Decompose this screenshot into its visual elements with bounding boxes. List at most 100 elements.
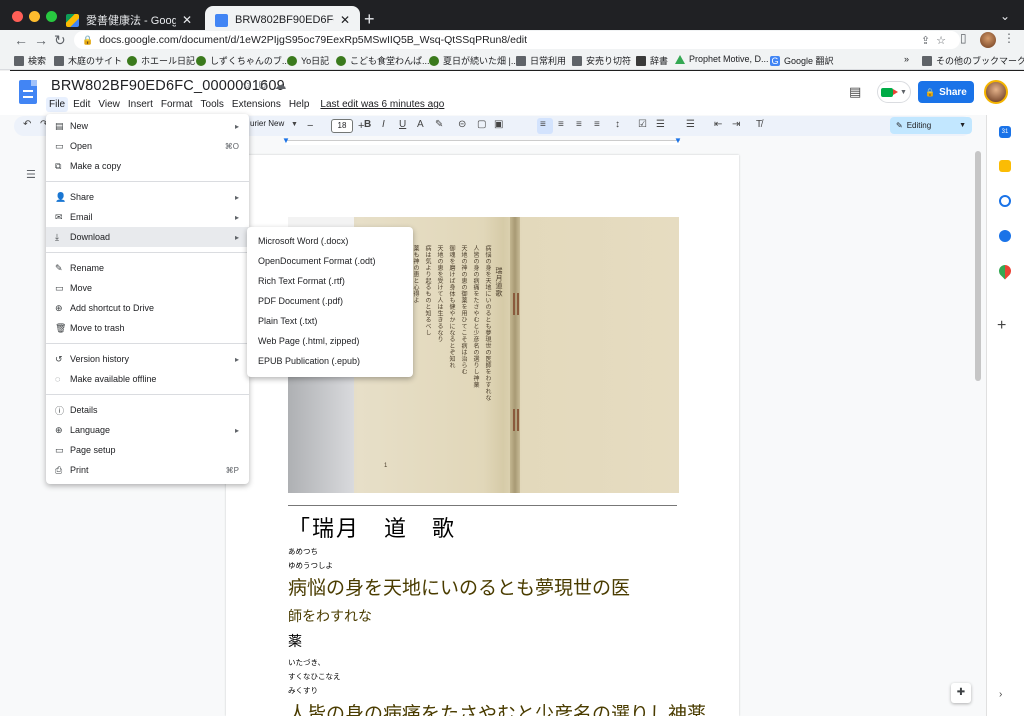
file-menu-rename[interactable]: ✎ Rename [46, 258, 249, 278]
docs-logo-icon[interactable] [19, 80, 37, 104]
checklist-icon[interactable]: ☑ [638, 119, 647, 130]
sidebar-icon[interactable]: ▯ [960, 31, 967, 45]
bookmark-item[interactable]: 木庭のサイト [54, 54, 122, 67]
menu-format[interactable]: Format [158, 97, 196, 112]
download-txt[interactable]: Plain Text (.txt) [258, 316, 317, 326]
bookmark-item[interactable]: こども食堂わんぱ... [336, 54, 430, 67]
download-rtf[interactable]: Rich Text Format (.rtf) [258, 276, 345, 286]
link-icon[interactable]: ⊝ [458, 119, 466, 130]
bookmark-item[interactable]: G Google 翻訳 [770, 54, 834, 67]
underline-button[interactable]: U [399, 119, 406, 130]
bookmark-overflow-button[interactable]: » [904, 54, 909, 64]
file-menu-add-shortcut[interactable]: ⊕ Add shortcut to Drive [46, 298, 249, 318]
bookmark-item[interactable]: ホエール日記 [127, 54, 195, 67]
close-icon[interactable]: ✕ [182, 13, 192, 27]
font-select[interactable]: urier New [250, 119, 284, 128]
file-menu-share[interactable]: 👤 Share ▸ [46, 187, 249, 207]
bulleted-list-icon[interactable]: ☰ [656, 119, 665, 130]
file-menu-new[interactable]: ▤ New ▸ [46, 116, 249, 136]
download-epub[interactable]: EPUB Publication (.epub) [258, 356, 360, 366]
horizontal-ruler[interactable]: ▼ ▼ [226, 136, 740, 146]
star-icon[interactable]: ☆⧉☁ [241, 78, 293, 93]
bold-button[interactable]: B [364, 119, 371, 130]
file-menu-make-copy[interactable]: ⧉ Make a copy [46, 156, 249, 176]
bookmark-item[interactable]: 安売り切符 [572, 54, 631, 67]
calendar-icon[interactable]: 31 [999, 126, 1011, 138]
menu-tools[interactable]: Tools [198, 97, 227, 112]
comments-icon[interactable]: ▤ [849, 84, 861, 100]
left-indent-marker[interactable]: ▼ [282, 136, 290, 145]
menu-file[interactable]: File [46, 97, 69, 112]
comment-add-icon[interactable]: ▢ [477, 119, 486, 130]
menu-insert[interactable]: Insert [125, 97, 156, 112]
editing-mode-select[interactable]: ✎ Editing ▼ [890, 117, 972, 134]
add-addon-button[interactable]: + [997, 317, 1006, 335]
minimize-window-button[interactable] [29, 11, 40, 22]
meet-button[interactable]: ▼ [877, 81, 911, 103]
line-spacing-icon[interactable]: ↕ [615, 119, 620, 130]
menu-view[interactable]: View [95, 97, 123, 112]
bookmark-item[interactable]: Yo日記 [287, 54, 329, 67]
text-color-button[interactable]: A [417, 119, 424, 130]
contacts-icon[interactable] [999, 230, 1011, 242]
document-outline-icon[interactable]: ☰ [26, 168, 36, 181]
forward-arrow-icon[interactable]: → [34, 32, 48, 48]
file-menu-version-history[interactable]: ↺ Version history ▸ [46, 349, 249, 369]
bookmark-item[interactable]: 辞書 [636, 54, 668, 67]
tasks-icon[interactable] [999, 195, 1011, 207]
highlight-icon[interactable]: ✎ [435, 119, 443, 130]
bookmark-item[interactable]: 夏日が続いた畑 |... [429, 54, 518, 67]
font-size-input[interactable]: 18 [331, 119, 353, 133]
bookmark-item[interactable]: 日常利用 [516, 54, 566, 67]
align-justify-icon[interactable]: ≡ [594, 119, 600, 130]
file-menu-language[interactable]: ⊕ Language ▸ [46, 420, 249, 440]
maps-icon[interactable] [996, 262, 1014, 280]
file-menu-trash[interactable]: 🗑 Move to trash [46, 318, 249, 338]
file-menu-move[interactable]: ▭ Move [46, 278, 249, 298]
address-bar[interactable]: 🔒 docs.google.com/document/d/1eW2PIjgS95… [74, 31, 960, 49]
menu-extensions[interactable]: Extensions [229, 97, 284, 112]
clear-formatting-icon[interactable]: T̸ [756, 119, 762, 130]
file-menu-print[interactable]: ⎙ Print ⌘P [46, 460, 249, 480]
download-docx[interactable]: Microsoft Word (.docx) [258, 236, 348, 246]
avatar[interactable] [980, 32, 996, 48]
file-menu-download[interactable]: ⤓ Download ▸ [46, 227, 249, 247]
last-edit-link[interactable]: Last edit was 6 minutes ago [320, 99, 444, 110]
close-window-button[interactable] [12, 11, 23, 22]
decrease-indent-icon[interactable]: ⇤ [714, 119, 722, 130]
avatar[interactable] [984, 80, 1008, 104]
file-menu-offline[interactable]: ◌ Make available offline [46, 369, 249, 389]
bookmark-item[interactable]: Prophet Motive, D... [675, 54, 769, 64]
decrease-font-size-button[interactable]: − [307, 120, 313, 132]
bookmark-item[interactable]: その他のブックマーク [922, 54, 1024, 67]
file-menu-open[interactable]: ▭ Open ⌘O [46, 136, 249, 156]
file-menu-details[interactable]: ⓘ Details [46, 400, 249, 420]
chevron-right-icon[interactable]: › [999, 689, 1002, 700]
bookmark-item[interactable]: 検索 [14, 54, 46, 67]
menu-help[interactable]: Help [286, 97, 313, 112]
new-tab-button[interactable]: + [364, 9, 375, 30]
align-left-icon[interactable]: ≡ [540, 119, 546, 130]
bookmark-star-icon[interactable]: ⇪☆ [921, 34, 952, 47]
right-indent-marker[interactable]: ▼ [674, 136, 682, 145]
download-odt[interactable]: OpenDocument Format (.odt) [258, 256, 376, 266]
back-arrow-icon[interactable]: ← [14, 32, 28, 48]
italic-button[interactable]: I [382, 119, 385, 130]
file-menu-page-setup[interactable]: ▭ Page setup [46, 440, 249, 460]
menu-edit[interactable]: Edit [70, 97, 93, 112]
align-right-icon[interactable]: ≡ [576, 119, 582, 130]
explore-button[interactable]: ✚ [951, 683, 971, 703]
vertical-scrollbar[interactable] [975, 151, 981, 381]
keep-icon[interactable] [999, 160, 1011, 172]
numbered-list-icon[interactable]: ☰ [686, 119, 695, 130]
share-button[interactable]: 🔒 Share [918, 81, 974, 103]
increase-indent-icon[interactable]: ⇥ [732, 119, 740, 130]
bookmark-item[interactable]: しずくちゃんのブ... [196, 54, 289, 67]
download-pdf[interactable]: PDF Document (.pdf) [258, 296, 343, 306]
tab-search-button[interactable]: ⌄ [1000, 9, 1010, 23]
file-menu-email[interactable]: ✉ Email ▸ [46, 207, 249, 227]
close-icon[interactable]: ✕ [340, 13, 350, 27]
download-html[interactable]: Web Page (.html, zipped) [258, 336, 359, 346]
image-icon[interactable]: ▣ [494, 119, 503, 130]
more-menu-icon[interactable]: ⋮ [1003, 31, 1015, 45]
